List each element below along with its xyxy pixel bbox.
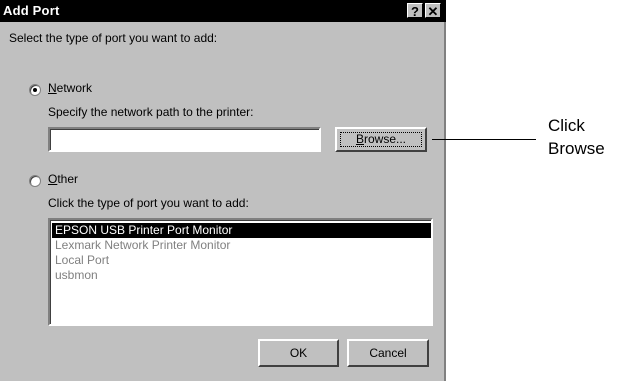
callout-text: Click Browse (548, 116, 605, 158)
list-item[interactable]: usbmon (52, 268, 431, 283)
close-button[interactable]: ✕ (425, 3, 441, 19)
dialog-title: Add Port (3, 3, 60, 18)
close-icon: ✕ (427, 4, 439, 19)
callout-line (432, 139, 536, 140)
port-type-list[interactable]: EPSON USB Printer Port Monitor Lexmark N… (48, 218, 433, 326)
help-icon: ? (411, 4, 419, 19)
network-radio[interactable] (29, 84, 41, 96)
other-list-prompt: Click the type of port you want to add: (48, 196, 249, 210)
title-bar[interactable]: Add Port ? ✕ (0, 0, 446, 22)
radio-selected-dot (33, 88, 37, 92)
add-port-dialog: Add Port ? ✕ Select the type of port you… (0, 0, 446, 381)
list-item[interactable]: EPSON USB Printer Port Monitor (52, 223, 431, 238)
browse-label: Browse... (355, 132, 407, 146)
network-path-prompt: Specify the network path to the printer: (48, 105, 254, 119)
network-label[interactable]: Network (48, 81, 92, 95)
list-item[interactable]: Local Port (52, 253, 431, 268)
cancel-button[interactable]: Cancel (347, 339, 429, 367)
browse-button[interactable]: Browse... (335, 127, 427, 152)
network-path-input[interactable] (48, 127, 321, 152)
ok-button[interactable]: OK (258, 339, 339, 367)
intro-text: Select the type of port you want to add: (9, 31, 218, 45)
other-label[interactable]: Other (48, 172, 78, 186)
other-radio[interactable] (29, 175, 41, 187)
list-item[interactable]: Lexmark Network Printer Monitor (52, 238, 431, 253)
help-button[interactable]: ? (407, 3, 423, 19)
